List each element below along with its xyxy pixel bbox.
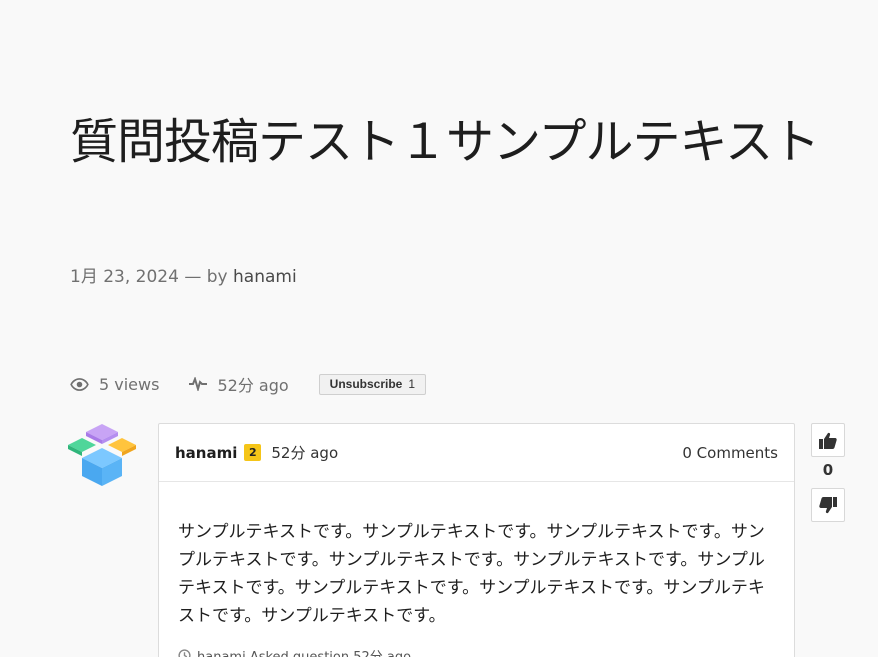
views-stat: 5 views — [70, 375, 159, 394]
views-count: 5 views — [99, 374, 160, 394]
question-stats: 5 views 52分 ago Unsubscribe 1 — [70, 372, 427, 396]
eye-icon — [70, 377, 89, 391]
thumbs-down-icon — [819, 496, 837, 513]
question-card: hanami 2 52分 ago 0 Comments サンプルテキストです。サ… — [158, 423, 795, 657]
question-footer: hanami Asked question 52分 ago — [178, 646, 411, 657]
question-time: 52分 ago — [271, 444, 339, 462]
avatar[interactable] — [68, 422, 136, 488]
question-body: サンプルテキストです。サンプルテキストです。サンプルテキストです。サンプルテキス… — [178, 522, 765, 626]
thumbs-up-icon — [819, 432, 837, 449]
post-by: — by — [184, 267, 228, 287]
asked-text: hanami Asked question 52分 ago — [197, 646, 411, 657]
question-header: hanami 2 52分 ago 0 Comments — [159, 424, 794, 482]
activity-stat: 52分 ago — [189, 372, 289, 396]
post-date: 1月 23, 2024 — [70, 267, 179, 287]
post-author[interactable]: hanami — [233, 267, 297, 287]
unsubscribe-button[interactable]: Unsubscribe 1 — [318, 373, 427, 395]
clock-icon — [178, 649, 191, 657]
page-title: 質問投稿テスト１サンプルテキスト — [70, 114, 820, 170]
post-meta: 1月 23, 2024 — by hanami — [70, 262, 297, 287]
comments-link[interactable]: 0 Comments — [682, 444, 778, 462]
activity-time: 52分 ago — [217, 376, 289, 395]
downvote-button[interactable] — [811, 488, 845, 522]
subscriber-count: 1 — [408, 376, 416, 391]
question-user[interactable]: hanami — [175, 444, 237, 462]
reputation-badge: 2 — [244, 444, 262, 461]
vote-count: 0 — [822, 461, 834, 479]
unsubscribe-label: Unsubscribe — [329, 376, 403, 391]
upvote-button[interactable] — [811, 423, 845, 457]
activity-icon — [189, 377, 208, 391]
